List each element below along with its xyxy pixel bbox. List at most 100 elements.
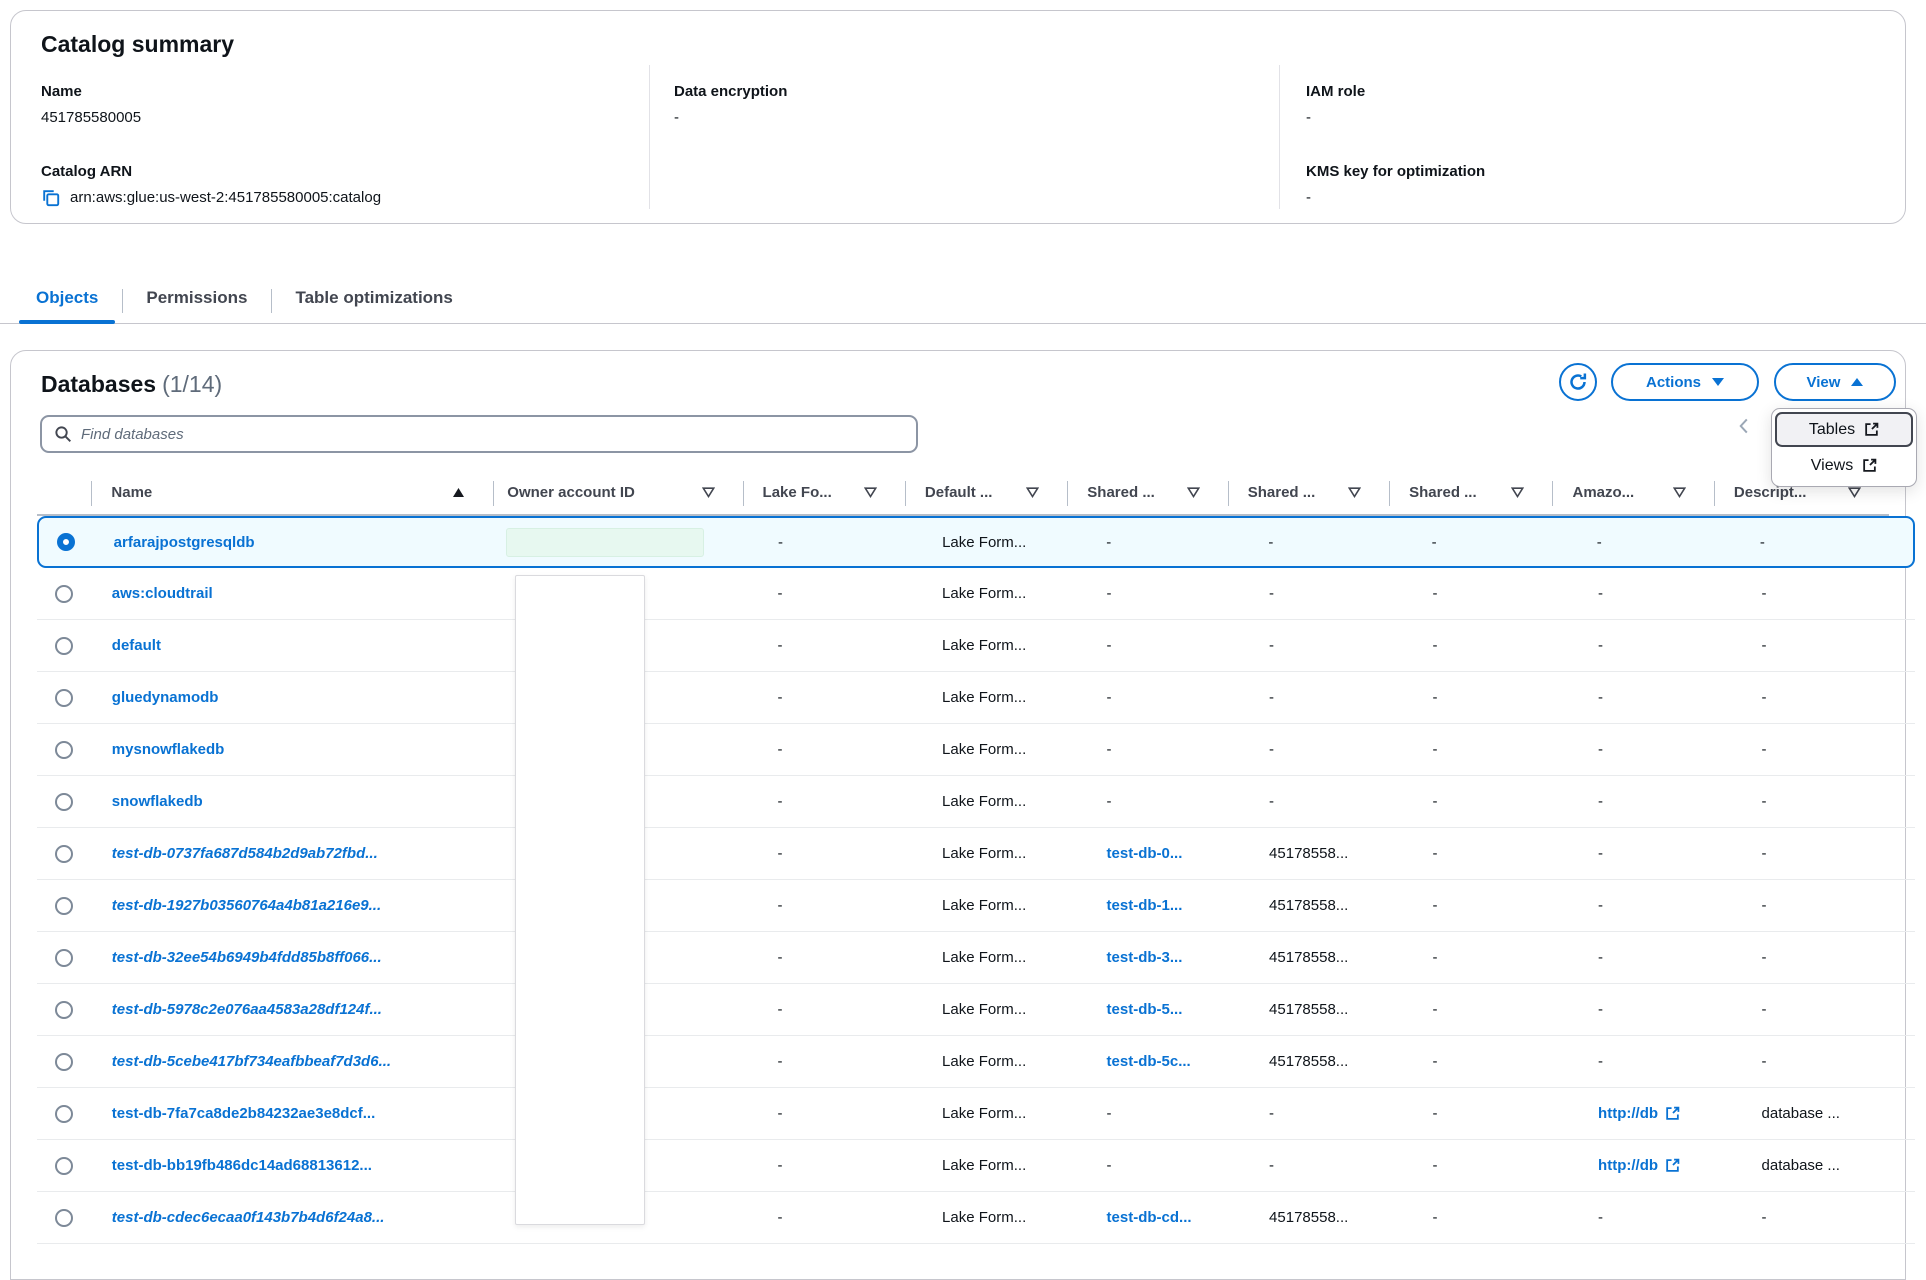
column-header-default[interactable]: Default ... [905,471,1067,514]
column-header-shared3[interactable]: Shared ... [1389,471,1552,514]
cell-lake: - [754,1088,919,1139]
row-radio[interactable] [55,845,73,863]
copy-icon[interactable] [41,188,60,207]
filter-icon [1348,487,1361,498]
table-row: mysnowflakedb--Lake Form...----- [37,724,1915,776]
caret-up-icon [1851,378,1863,386]
cell-selection [37,880,92,931]
kms-key-value: - [1306,189,1485,206]
table-row: default--Lake Form...----- [37,620,1915,672]
row-radio[interactable] [55,949,73,967]
table-row: test-db-5cebe417bf734eafbbeaf7d3d6...--L… [37,1036,1915,1088]
column-header-owner[interactable]: Owner account ID [493,471,742,514]
cell-selection [39,518,94,566]
cell-shared1: test-db-1... [1083,880,1246,931]
link-label: test-db-0... [1107,845,1183,862]
row-radio[interactable] [57,533,75,551]
database-name-link[interactable]: default [112,637,161,654]
database-name-link[interactable]: test-db-bb19fb486dc14ad68813612... [112,1157,372,1174]
column-header-shared2[interactable]: Shared ... [1228,471,1389,514]
shared-database-link[interactable]: test-db-5... [1107,1001,1183,1018]
database-name-link[interactable]: test-db-5cebe417bf734eafbbeaf7d3d6... [112,1053,391,1070]
cell-shared2: 45178558... [1245,880,1409,931]
cell-name: test-db-7fa7ca8de2b84232ae3e8dcf... [92,1088,501,1139]
database-name-link[interactable]: test-db-0737fa687d584b2d9ab72fbd... [112,845,378,862]
catalog-arn-value: arn:aws:glue:us-west-2:451785580005:cata… [70,189,381,206]
column-header-label: Default ... [925,484,993,501]
row-radio[interactable] [55,1157,73,1175]
field-data-encryption: Data encryption - [674,83,787,126]
cell-shared3: - [1409,828,1575,879]
row-radio[interactable] [55,897,73,915]
database-name-link[interactable]: gluedynamodb [112,689,219,706]
cell-selection [37,568,92,619]
cell-amazon: - [1574,620,1738,671]
row-radio[interactable] [55,1001,73,1019]
shared-database-link[interactable]: test-db-3... [1107,949,1183,966]
cell-amazon: - [1574,776,1738,827]
cell-name: test-db-5cebe417bf734eafbbeaf7d3d6... [92,1036,501,1087]
column-header-lake[interactable]: Lake Fo... [743,471,905,514]
database-name-link[interactable]: test-db-5978c2e076aa4583a28df124f... [112,1001,382,1018]
refresh-button[interactable] [1559,363,1597,401]
cell-amazon: http://db [1574,1140,1738,1191]
cell-name: mysnowflakedb [92,724,501,775]
amazon-link[interactable]: http://db [1598,1105,1680,1122]
databases-panel: Databases(1/14) Actions View NameOwner a… [10,350,1906,1280]
row-radio[interactable] [55,1209,73,1227]
shared-database-link[interactable]: test-db-0... [1107,845,1183,862]
cell-description: - [1738,620,1915,671]
database-name-link[interactable]: arfarajpostgresqldb [114,534,255,551]
row-radio[interactable] [55,741,73,759]
row-radio[interactable] [55,689,73,707]
cell-shared2: 45178558... [1245,932,1409,983]
column-header-label: Amazo... [1572,484,1634,501]
database-name-link[interactable]: snowflakedb [112,793,203,810]
table-row: snowflakedb--Lake Form...----- [37,776,1915,828]
cell-default: Lake Form... [918,1192,1083,1243]
database-name-link[interactable]: test-db-cdec6ecaa0f143b7b4d6f24a8... [112,1209,385,1226]
table-row: test-db-1927b03560764a4b81a216e9...--Lak… [37,880,1915,932]
cell-amazon: - [1574,984,1738,1035]
shared-database-link[interactable]: test-db-cd... [1107,1209,1192,1226]
filter-icon [1848,487,1861,498]
column-header-name[interactable]: Name [91,471,493,514]
database-name-link[interactable]: test-db-1927b03560764a4b81a216e9... [112,897,381,914]
amazon-link[interactable]: http://db [1598,1157,1680,1174]
database-name-link[interactable]: test-db-7fa7ca8de2b84232ae3e8dcf... [112,1105,375,1122]
cell-shared2: - [1245,776,1409,827]
column-header-amazon[interactable]: Amazo... [1552,471,1713,514]
tab-objects[interactable]: Objects [12,278,122,323]
database-name-link[interactable]: aws:cloudtrail [112,585,213,602]
database-name-link[interactable]: mysnowflakedb [112,741,225,758]
cell-default: Lake Form... [918,932,1083,983]
search-icon [54,425,72,443]
view-menu-item-views[interactable]: Views [1775,448,1913,483]
tab-table-optimizations[interactable]: Table optimizations [271,278,476,323]
chevron-left-icon[interactable] [1738,417,1749,435]
field-iam-role: IAM role - [1306,83,1365,126]
cell-description: - [1738,1192,1915,1243]
view-button[interactable]: View [1774,363,1896,401]
shared-database-link[interactable]: test-db-5c... [1107,1053,1191,1070]
actions-button[interactable]: Actions [1611,363,1759,401]
search-input[interactable] [81,426,904,443]
table-row: test-db-7fa7ca8de2b84232ae3e8dcf...--Lak… [37,1088,1915,1140]
shared-database-link[interactable]: test-db-1... [1107,897,1183,914]
cell-name: test-db-32ee54b6949b4fdd85b8ff066... [92,932,501,983]
kms-key-label: KMS key for optimization [1306,163,1485,180]
row-radio[interactable] [55,637,73,655]
row-radio[interactable] [55,585,73,603]
row-radio[interactable] [55,1053,73,1071]
row-radio[interactable] [55,1105,73,1123]
cell-selection [37,672,92,723]
cell-shared3: - [1409,1192,1575,1243]
row-radio[interactable] [55,793,73,811]
view-menu-item-tables[interactable]: Tables [1775,412,1913,447]
cell-amazon: - [1574,724,1738,775]
column-header-shared1[interactable]: Shared ... [1067,471,1227,514]
database-name-link[interactable]: test-db-32ee54b6949b4fdd85b8ff066... [112,949,382,966]
link-label: test-db-3... [1107,949,1183,966]
owner-column-overlay [515,575,645,1225]
tab-permissions[interactable]: Permissions [122,278,271,323]
